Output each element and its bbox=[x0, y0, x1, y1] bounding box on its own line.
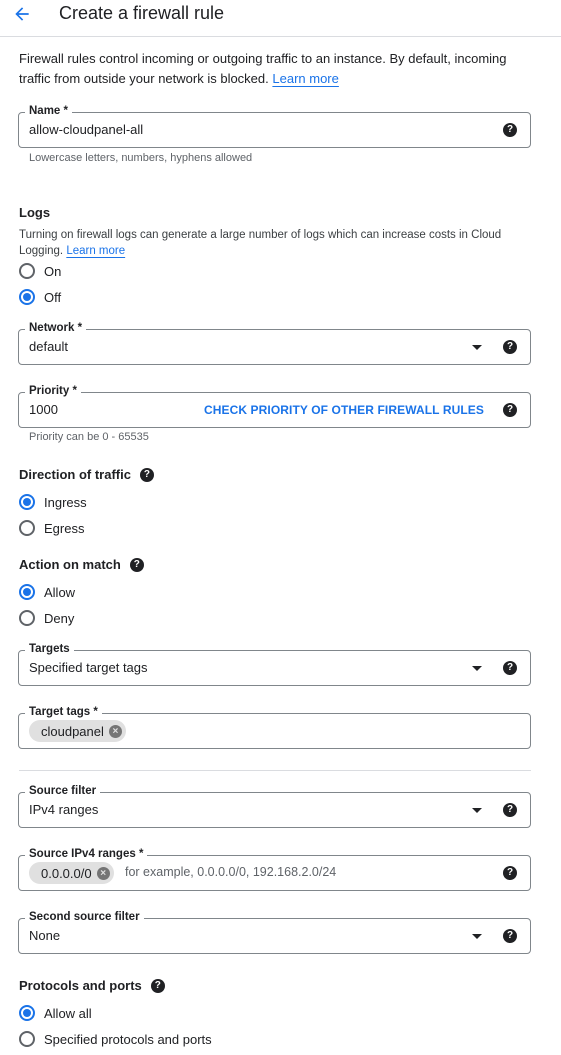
action-title-text: Action on match bbox=[19, 557, 121, 572]
radio-allow[interactable]: Allow bbox=[19, 583, 75, 601]
name-hint: Lowercase letters, numbers, hyphens allo… bbox=[29, 152, 253, 164]
name-field[interactable]: Name * allow-cloudpanel-all ? bbox=[18, 104, 531, 148]
network-label: Network * bbox=[25, 321, 87, 335]
radio-button[interactable] bbox=[19, 1005, 35, 1021]
dropdown-arrow-icon[interactable] bbox=[472, 345, 482, 350]
logs-title-text: Logs bbox=[19, 205, 51, 220]
logs-text: Turning on firewall logs can generate a … bbox=[19, 227, 539, 259]
radio-label: Ingress bbox=[44, 494, 87, 510]
check-priority-button[interactable]: CHECK PRIORITY OF OTHER FIREWALL RULES bbox=[204, 403, 484, 417]
tag-chip: cloudpanel × bbox=[29, 720, 126, 742]
radio-allow-all[interactable]: Allow all bbox=[19, 1004, 92, 1022]
priority-input[interactable]: 1000 bbox=[29, 402, 58, 417]
direction-title-text: Direction of traffic bbox=[19, 467, 131, 482]
source-filter-value: IPv4 ranges bbox=[29, 802, 99, 817]
radio-ingress[interactable]: Ingress bbox=[19, 493, 87, 511]
radio-button[interactable] bbox=[19, 494, 35, 510]
remove-chip-icon[interactable]: × bbox=[108, 724, 122, 738]
radio-label: On bbox=[44, 263, 62, 279]
priority-hint: Priority can be 0 - 65535 bbox=[29, 431, 149, 443]
second-source-filter-select[interactable]: Second source filter None ? bbox=[18, 910, 531, 954]
dropdown-arrow-icon[interactable] bbox=[472, 808, 482, 813]
radio-label: Allow all bbox=[44, 1005, 92, 1021]
protocols-title-text: Protocols and ports bbox=[19, 978, 142, 993]
radio-button[interactable] bbox=[19, 289, 35, 305]
targets-select[interactable]: Targets Specified target tags ? bbox=[18, 642, 531, 686]
priority-label: Priority * bbox=[25, 384, 81, 398]
page-title: Create a firewall rule bbox=[59, 3, 225, 23]
target-tags-field[interactable]: Target tags * cloudpanel × bbox=[18, 705, 531, 749]
help-icon[interactable]: ? bbox=[503, 803, 517, 817]
protocols-title: Protocols and ports? bbox=[19, 978, 165, 993]
intro-body: Firewall rules control incoming or outgo… bbox=[19, 51, 507, 86]
intro-text: Firewall rules control incoming or outgo… bbox=[19, 49, 539, 89]
direction-title: Direction of traffic? bbox=[19, 467, 154, 482]
radio-button[interactable] bbox=[19, 584, 35, 600]
radio-label: Allow bbox=[44, 584, 76, 600]
source-filter-label: Source filter bbox=[25, 784, 101, 798]
help-icon[interactable]: ? bbox=[503, 123, 517, 137]
page-header: Create a firewall rule bbox=[0, 0, 561, 37]
radio-specified-protocols[interactable]: Specified protocols and ports bbox=[19, 1030, 212, 1048]
radio-button[interactable] bbox=[19, 263, 35, 279]
source-ranges-label: Source IPv4 ranges * bbox=[25, 847, 148, 861]
radio-button[interactable] bbox=[19, 520, 35, 536]
radio-logs-on[interactable]: On bbox=[19, 262, 61, 280]
help-icon[interactable]: ? bbox=[139, 467, 154, 482]
help-icon[interactable]: ? bbox=[503, 866, 517, 880]
chip-label: 0.0.0.0/0 bbox=[41, 865, 92, 881]
arrow-back-icon[interactable] bbox=[12, 4, 34, 26]
radio-button[interactable] bbox=[19, 1031, 35, 1047]
help-icon[interactable]: ? bbox=[129, 557, 144, 572]
range-chip: 0.0.0.0/0 × bbox=[29, 862, 114, 884]
remove-chip-icon[interactable]: × bbox=[96, 866, 110, 880]
radio-egress[interactable]: Egress bbox=[19, 519, 84, 537]
radio-label: Egress bbox=[44, 520, 85, 536]
radio-button[interactable] bbox=[19, 610, 35, 626]
second-source-filter-value: None bbox=[29, 928, 61, 943]
network-value: default bbox=[29, 339, 69, 354]
radio-label: Deny bbox=[44, 610, 75, 626]
second-source-filter-label: Second source filter bbox=[25, 910, 144, 924]
dropdown-arrow-icon[interactable] bbox=[472, 666, 482, 671]
targets-label: Targets bbox=[25, 642, 74, 656]
source-filter-select[interactable]: Source filter IPv4 ranges ? bbox=[18, 784, 531, 828]
logs-learn-more-link[interactable]: Learn more bbox=[66, 245, 125, 257]
action-title: Action on match? bbox=[19, 557, 144, 572]
radio-label: Specified protocols and ports bbox=[44, 1031, 212, 1047]
priority-field[interactable]: Priority * 1000 CHECK PRIORITY OF OTHER … bbox=[18, 384, 531, 428]
help-icon[interactable]: ? bbox=[503, 929, 517, 943]
chip-label: cloudpanel bbox=[41, 723, 104, 739]
target-tags-label: Target tags * bbox=[25, 705, 102, 719]
source-ranges-field[interactable]: Source IPv4 ranges * 0.0.0.0/0 × for exam… bbox=[18, 847, 531, 891]
targets-value: Specified target tags bbox=[29, 660, 148, 675]
network-select[interactable]: Network * default ? bbox=[18, 321, 531, 365]
radio-logs-off[interactable]: Off bbox=[19, 288, 61, 306]
help-icon[interactable]: ? bbox=[503, 661, 517, 675]
help-icon[interactable]: ? bbox=[503, 403, 517, 417]
source-ranges-input[interactable]: for example, 0.0.0.0/0, 192.168.2.0/24 bbox=[125, 865, 336, 879]
name-label: Name * bbox=[25, 104, 72, 118]
learn-more-link[interactable]: Learn more bbox=[272, 71, 338, 86]
divider bbox=[19, 770, 531, 771]
logs-title: Logs bbox=[19, 205, 50, 220]
radio-label: Off bbox=[44, 289, 62, 305]
help-icon[interactable]: ? bbox=[503, 340, 517, 354]
name-input[interactable]: allow-cloudpanel-all bbox=[29, 122, 143, 137]
help-icon[interactable]: ? bbox=[150, 978, 165, 993]
radio-deny[interactable]: Deny bbox=[19, 609, 74, 627]
dropdown-arrow-icon[interactable] bbox=[472, 934, 482, 939]
